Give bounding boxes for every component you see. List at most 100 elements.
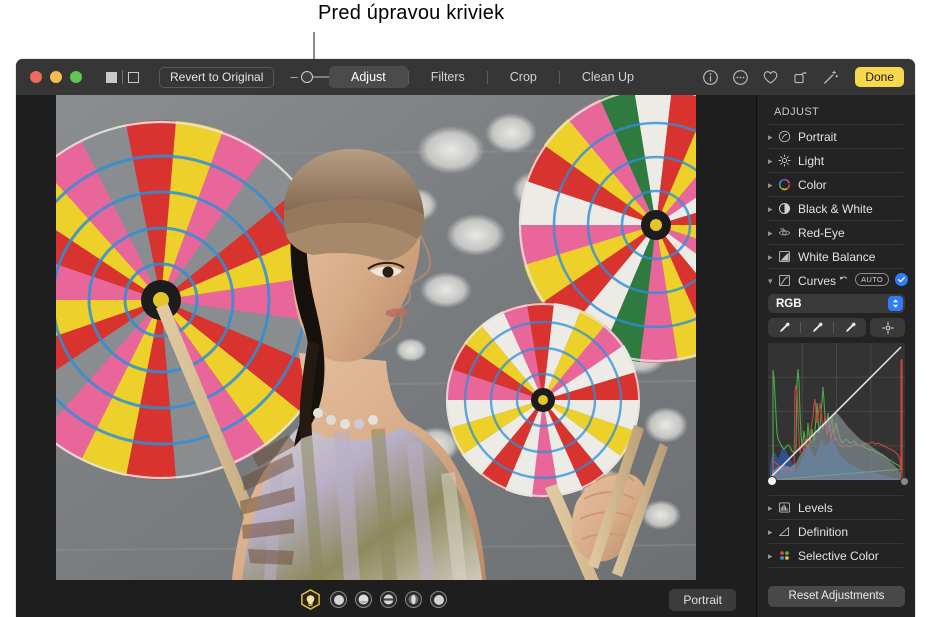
revert-to-original-button[interactable]: Revert to Original	[159, 67, 274, 88]
curves-channel-dropdown[interactable]: RGB	[768, 294, 905, 313]
sidebar-item-label: Selective Color	[798, 549, 879, 563]
minimize-button[interactable]	[50, 71, 62, 83]
lighting-preset-natural-light[interactable]	[330, 591, 347, 608]
curves-icon	[778, 274, 791, 287]
sidebar-item-black-and-white[interactable]: ▸ Black & White	[757, 197, 915, 220]
sidebar-heading: ADJUST	[757, 95, 915, 124]
checkmark-icon	[897, 275, 906, 284]
lighting-preset-stage-light-mono[interactable]	[430, 591, 447, 608]
chevron-right-icon: ▸	[768, 228, 776, 238]
chevron-right-icon: ▸	[768, 180, 776, 190]
maximize-button[interactable]	[70, 71, 82, 83]
sidebar-item-label: Red-Eye	[798, 226, 845, 240]
white-balance-icon	[778, 250, 791, 263]
divider	[769, 567, 903, 568]
sidebar-item-label: Definition	[798, 525, 848, 539]
gray-point-eyedropper[interactable]	[801, 318, 833, 337]
chevron-updown-icon[interactable]	[888, 296, 903, 311]
compare-view-toggle[interactable]	[106, 70, 139, 84]
curves-enabled-checkbox[interactable]	[895, 273, 908, 286]
curve-point-black[interactable]	[767, 476, 777, 486]
curves-auto-button[interactable]: AUTO	[855, 273, 889, 286]
black-point-eyedropper[interactable]	[768, 318, 800, 337]
adjust-sidebar: ADJUST ▸ Portrait ▸ Light	[756, 95, 915, 617]
sidebar-item-definition[interactable]: ▸ Definition	[757, 520, 915, 543]
editor-mode-tabs: Adjust Filters Crop Clean Up	[329, 66, 656, 88]
curve-point-white[interactable]	[900, 477, 909, 486]
portrait-lighting-controls	[299, 588, 447, 611]
curves-tool-row	[768, 318, 905, 337]
sidebar-item-label: Levels	[798, 501, 833, 515]
sidebar-item-label: Color	[798, 178, 827, 192]
color-wheel-icon	[778, 178, 791, 191]
filled-square-icon	[106, 72, 117, 83]
sidebar-item-white-balance[interactable]: ▸ White Balance	[757, 245, 915, 268]
crosshair-icon	[882, 322, 894, 334]
favorite-heart-icon[interactable]	[762, 69, 779, 86]
rotate-icon[interactable]	[792, 69, 809, 86]
auto-enhance-wand-icon[interactable]	[822, 69, 839, 86]
photos-editor-window: Revert to Original – + Adjust Filters Cr…	[16, 59, 915, 617]
callout-label: Pred úpravou kriviek	[318, 2, 504, 25]
sidebar-item-label: Portrait	[798, 130, 837, 144]
zoom-slider-knob[interactable]	[301, 71, 313, 83]
tab-adjust[interactable]: Adjust	[329, 66, 408, 88]
light-sun-icon	[778, 154, 791, 167]
chevron-right-icon: ▸	[768, 204, 776, 214]
curves-panel: RGB	[757, 294, 915, 491]
portrait-icon	[778, 130, 791, 143]
portrait-lighting-cube-icon[interactable]	[299, 588, 322, 611]
definition-icon	[778, 525, 791, 538]
sidebar-item-light[interactable]: ▸ Light	[757, 149, 915, 172]
zoom-out-label[interactable]: –	[290, 72, 297, 82]
done-button[interactable]: Done	[855, 67, 904, 87]
lighting-preset-contour-light[interactable]	[380, 591, 397, 608]
more-options-icon[interactable]	[732, 69, 749, 86]
add-control-point-button[interactable]	[870, 318, 905, 337]
close-button[interactable]	[30, 71, 42, 83]
chevron-right-icon: ▸	[768, 551, 776, 561]
sidebar-item-selective-color[interactable]: ▸ Selective Color	[757, 544, 915, 567]
eyedropper-icon	[778, 321, 791, 334]
sidebar-item-red-eye[interactable]: ▸ Red-Eye	[757, 221, 915, 244]
curves-histogram[interactable]	[768, 343, 905, 480]
lighting-preset-studio-light[interactable]	[355, 591, 372, 608]
window-traffic-lights	[30, 71, 82, 83]
sidebar-item-portrait[interactable]: ▸ Portrait	[757, 125, 915, 148]
white-point-eyedropper[interactable]	[834, 318, 866, 337]
sidebar-item-label: White Balance	[798, 250, 875, 264]
edited-photo[interactable]	[56, 95, 696, 580]
lighting-presets-bar: Portrait	[16, 582, 756, 617]
tab-filters[interactable]: Filters	[409, 66, 487, 88]
chevron-right-icon: ▸	[768, 527, 776, 537]
chevron-down-icon: ▾	[768, 276, 776, 286]
histogram-plot	[768, 343, 905, 480]
undo-arrow-icon[interactable]	[838, 274, 849, 285]
sidebar-item-label: Curves	[798, 274, 836, 288]
reset-adjustments-button[interactable]: Reset Adjustments	[768, 586, 905, 607]
tab-crop[interactable]: Crop	[488, 66, 559, 88]
outline-square-icon	[128, 72, 139, 83]
sidebar-item-color[interactable]: ▸ Color	[757, 173, 915, 196]
info-icon[interactable]	[702, 69, 719, 86]
sidebar-item-levels[interactable]: ▸ Levels	[757, 496, 915, 519]
curves-header-controls: AUTO	[838, 273, 908, 286]
photo-canvas	[16, 95, 756, 582]
toolbar-right-actions: Done	[702, 59, 904, 95]
chevron-right-icon: ▸	[768, 252, 776, 262]
chevron-right-icon: ▸	[768, 132, 776, 142]
sidebar-item-curves[interactable]: ▾ Curves AUTO	[757, 269, 915, 292]
toggle-divider	[122, 70, 123, 84]
eyedropper-icon	[844, 321, 857, 334]
eyedropper-icon	[811, 321, 824, 334]
photo-content	[56, 95, 696, 580]
tab-clean-up[interactable]: Clean Up	[560, 66, 656, 88]
portrait-mode-badge[interactable]: Portrait	[669, 589, 736, 611]
red-eye-icon	[778, 226, 791, 239]
eyedropper-group	[768, 318, 866, 337]
lighting-preset-stage-light[interactable]	[405, 591, 422, 608]
curves-channel-value: RGB	[776, 298, 802, 310]
window-toolbar: Revert to Original – + Adjust Filters Cr…	[16, 59, 915, 95]
black-white-icon	[778, 202, 791, 215]
sidebar-item-label: Black & White	[798, 202, 873, 216]
